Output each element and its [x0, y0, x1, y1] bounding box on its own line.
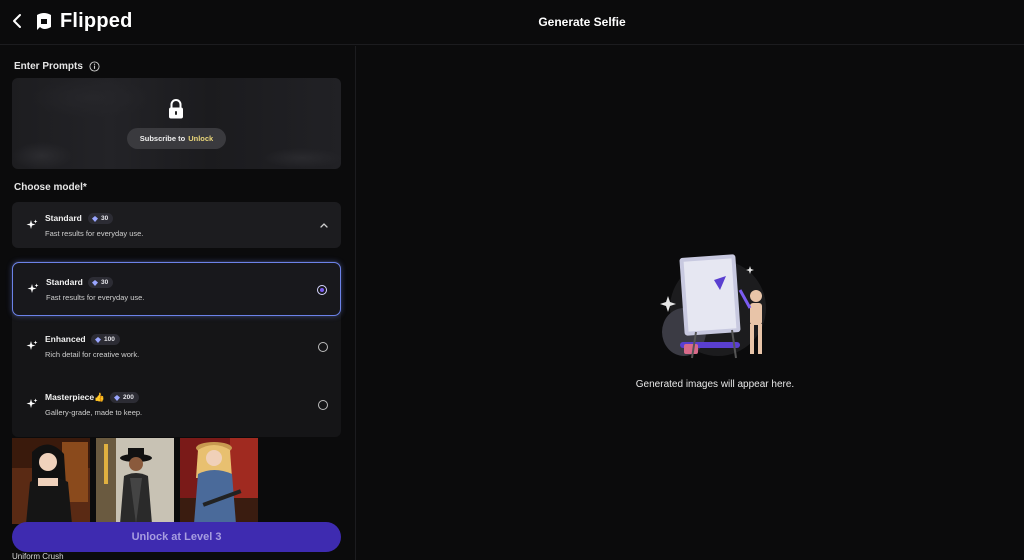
cost-badge: 200 [110, 392, 139, 403]
unlock-level-button[interactable]: Unlock at Level 3 [12, 522, 341, 552]
subscribe-text: Subscribe to [139, 134, 186, 143]
thumbnail-image [96, 438, 174, 524]
empty-state-text: Generated images will appear here. [635, 379, 795, 390]
choose-model-label: Choose model* [14, 182, 87, 193]
sparkle-icon [26, 219, 38, 229]
option-desc: Fast results for everyday use. [46, 293, 145, 302]
thumbnail-image [180, 438, 258, 524]
cost-badge: 100 [91, 334, 120, 345]
style-thumbnails [12, 438, 258, 524]
thumbnail-image [12, 438, 90, 524]
cost-badge: 30 [88, 213, 114, 224]
radio-unselected[interactable] [318, 342, 328, 352]
option-desc: Gallery-grade, made to keep. [45, 408, 143, 417]
cost-value: 200 [123, 394, 134, 401]
style-thumbnail[interactable] [12, 438, 90, 524]
style-thumbnail[interactable] [180, 438, 258, 524]
gem-icon [95, 336, 101, 343]
option-name: Masterpiece👍 [45, 392, 105, 402]
style-name-label: Uniform Crush [12, 552, 64, 560]
radio-unselected[interactable] [318, 400, 328, 410]
style-thumbnail[interactable] [96, 438, 174, 524]
subscribe-unlock-button[interactable]: Subscribe to Unlock [127, 128, 226, 149]
prompt-input-locked: Subscribe to Unlock [12, 78, 341, 169]
cost-value: 30 [101, 279, 109, 286]
selected-model-name: Standard [45, 213, 82, 223]
model-option-enhanced[interactable]: Enhanced 100 Rich detail for creative wo… [12, 320, 341, 374]
chevron-up-icon[interactable] [319, 221, 329, 229]
gem-icon [92, 215, 98, 222]
prompts-label: Enter Prompts [14, 61, 100, 72]
gem-icon [114, 394, 120, 401]
cost-value: 100 [104, 336, 115, 343]
sparkle-icon [26, 340, 38, 350]
info-icon[interactable] [89, 61, 100, 72]
radio-selected[interactable] [317, 285, 327, 295]
unlock-highlight-text: Unlock [188, 134, 214, 143]
option-desc: Rich detail for creative work. [45, 350, 140, 359]
empty-state-illustration [660, 254, 766, 359]
gem-icon [92, 279, 98, 286]
option-name: Standard [46, 277, 83, 287]
lock-icon [169, 99, 183, 119]
prompts-label-text: Enter Prompts [14, 61, 83, 72]
blurred-prompt-preview [12, 78, 341, 169]
sparkle-icon [27, 283, 39, 293]
page-title: Generate Selfie [538, 15, 626, 29]
cost-value: 30 [101, 215, 109, 222]
option-name: Enhanced [45, 334, 86, 344]
model-select[interactable]: Standard 30 Fast results for everyday us… [12, 202, 341, 248]
selected-model-desc: Fast results for everyday use. [45, 229, 144, 238]
cost-badge: 30 [88, 277, 114, 288]
model-dropdown: Standard 30 Fast results for everyday us… [12, 261, 341, 437]
settings-panel: Enter Prompts Subscribe to Unlock Choose… [0, 46, 356, 560]
model-option-masterpiece[interactable]: Masterpiece👍 200 Gallery-grade, made to … [12, 378, 341, 432]
top-header: Flipped Generate Selfie [0, 0, 1024, 45]
sparkle-icon [26, 398, 38, 408]
model-option-standard[interactable]: Standard 30 Fast results for everyday us… [12, 262, 341, 316]
